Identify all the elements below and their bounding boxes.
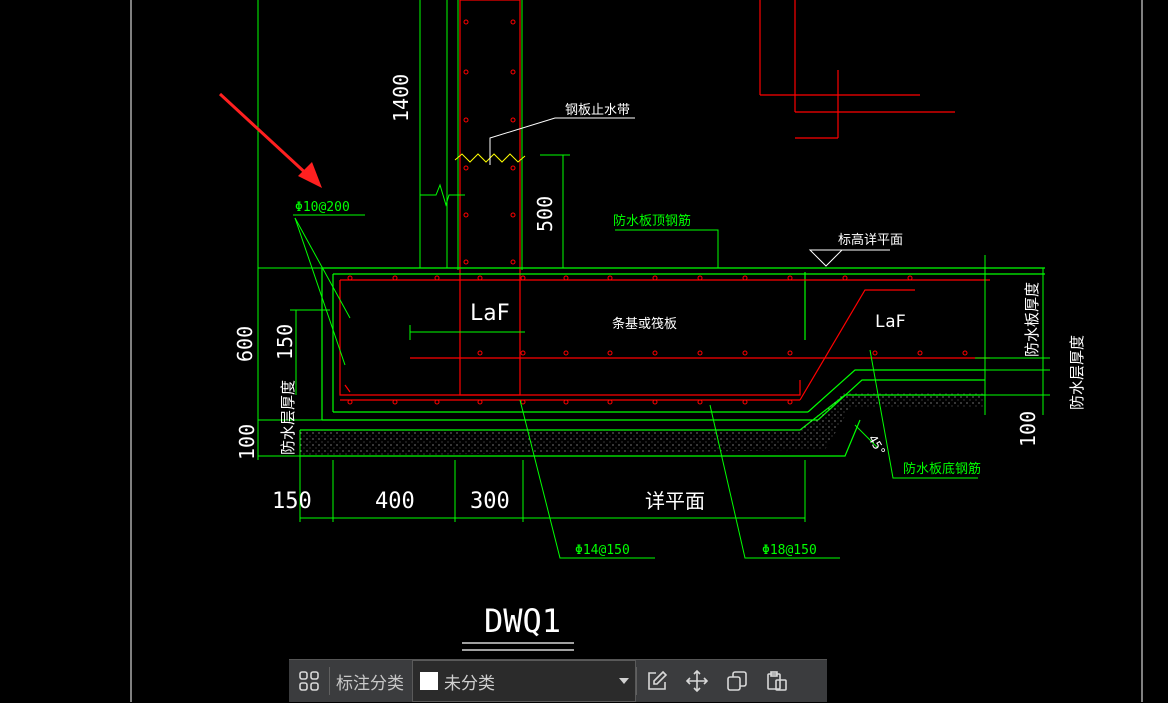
paste-icon (767, 671, 787, 691)
copy-icon (727, 671, 747, 691)
grid-menu-button[interactable] (289, 660, 329, 703)
edit-button[interactable] (637, 660, 677, 703)
elevation-marker (808, 249, 890, 267)
dim-500[interactable]: 500 (533, 196, 557, 232)
paste-button[interactable] (757, 660, 797, 703)
label-rebar-14[interactable]: Φ14@150 (575, 543, 630, 558)
footing-outline (300, 267, 1045, 457)
label-waterproof-bottom-rebar[interactable]: 防水板底钢筋 (903, 461, 981, 477)
color-swatch (420, 672, 438, 690)
dimension-lines (258, 255, 1050, 522)
label-waterproof-layer-left[interactable]: 防水层厚度 (279, 380, 297, 455)
label-steel-waterstop[interactable]: 钢板止水带 (565, 103, 630, 118)
label-strip-base[interactable]: 条基或筏板 (612, 316, 677, 332)
dim-150-horizontal[interactable]: 150 (272, 489, 312, 514)
dim-100-right[interactable]: 100 (1016, 411, 1040, 447)
dim-400[interactable]: 400 (375, 489, 415, 514)
red-arrow-annotation (218, 92, 322, 188)
edit-icon (648, 670, 668, 690)
label-waterproof-top-rebar[interactable]: 防水板顶钢筋 (613, 213, 691, 229)
laf-dim (409, 325, 525, 340)
label-rebar-18[interactable]: Φ18@150 (762, 543, 817, 558)
label-detail-plan[interactable]: 详平面 (645, 489, 705, 513)
annotation-toolbar: 标注分类 未分类 (289, 659, 827, 702)
grid-icon (299, 671, 319, 691)
dim-300[interactable]: 300 (470, 489, 510, 514)
dim-100-left[interactable]: 100 (235, 424, 259, 460)
label-waterproof-layer-right[interactable]: 防水层厚度 (1068, 335, 1086, 410)
category-value: 未分类 (444, 673, 495, 693)
drawing-title[interactable]: DWQ1 (484, 602, 561, 640)
move-button[interactable] (677, 660, 717, 703)
copy-button[interactable] (717, 660, 757, 703)
label-laf-left[interactable]: LaF (470, 301, 510, 326)
dim-150-vertical[interactable]: 150 (273, 324, 297, 360)
label-elevation-ref[interactable]: 标高详平面 (838, 232, 903, 248)
chevron-down-icon (619, 678, 629, 684)
move-icon (685, 669, 709, 693)
dim-600[interactable]: 600 (233, 326, 257, 362)
label-laf-right[interactable]: LaF (875, 312, 906, 332)
red-linework-top-right (759, 0, 955, 139)
label-waterproof-thickness-right[interactable]: 防水板厚度 (1023, 282, 1041, 357)
category-label: 标注分类 (336, 673, 404, 693)
wall-column (457, 0, 523, 396)
dim-1400[interactable]: 1400 (389, 74, 413, 122)
slab-rebar (339, 279, 990, 401)
slab-rebar-dots (347, 275, 968, 405)
label-rebar-top-left[interactable]: Φ10@200 (295, 200, 350, 215)
category-dropdown[interactable]: 未分类 (412, 660, 636, 702)
label-angle[interactable]: 45° (865, 433, 888, 459)
cad-drawing-canvas[interactable]: Φ10@200 钢板止水带 防水板顶钢筋 标高详平面 LaF LaF 条基或筏板… (0, 0, 1168, 702)
